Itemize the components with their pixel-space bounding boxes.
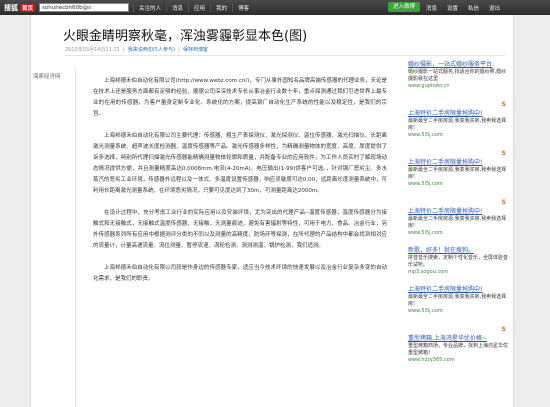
ad-title[interactable]: 新歌，好多！就在搜狗。 — [408, 247, 508, 255]
ad-description: 婚纱摄影一站式服务,找适合你的婚纱照,婚纱摄影就在这里 — [408, 69, 507, 82]
nav-following[interactable]: 关注的人 — [133, 3, 166, 12]
account-address-field[interactable]: sohuhecbh60b@s — [39, 3, 130, 12]
nav-blog[interactable]: 博客 — [232, 3, 254, 12]
top-navigation-bar: 搜狐 首页 sohuhecbh60b@s 关注的人 消息 应用 我的 博客 进入… — [0, 0, 550, 15]
sohu-logo[interactable]: 搜狐 首页 — [4, 3, 36, 13]
ad-title[interactable]: 婚纱摄影，一站式婚纱服务平台 — [408, 61, 508, 69]
ad-title[interactable]: 上海特价二手房限量抢购中! — [408, 208, 508, 216]
enter-weibo-button[interactable]: 进入微博 — [388, 2, 421, 12]
user-nav-logout[interactable]: 退出 — [489, 4, 500, 12]
article-paragraph: 上海邦德禾伯自动化有限公司(http://www.webz.com.cn/)，专… — [93, 78, 387, 117]
article-date: 2013年03月14日11:21 — [65, 47, 120, 53]
user-nav-settings[interactable]: 设置 — [447, 4, 458, 12]
ad-description: 重型烤箱商场，专业品牌，找到上海鸿星华优重型烤箱！ — [408, 343, 509, 356]
ad-item[interactable]: 婚纱摄影，一站式婚纱服务平台 婚纱摄影一站式服务,找适合你的婚纱照,婚纱摄影就在… — [408, 61, 508, 90]
ad-title[interactable]: 上海特价二手房限量抢购中! — [408, 110, 508, 118]
article-meta: 2013年03月14日11:21 | 我来说两句(5人参与) | 保存到博客 — [65, 47, 209, 53]
ad-url[interactable]: www.5i5j.com — [408, 132, 508, 139]
ad-item[interactable]: 上海特价二手房限量抢购中! 最新最全二手房房源,我变我买房,我卖我选择房! ww… — [408, 110, 508, 139]
ad-title[interactable]: 上海特价二手房限量抢购中! — [408, 159, 508, 167]
sogou-icon: S — [501, 101, 506, 108]
ad-url[interactable]: www.guphoto.cn — [408, 83, 508, 90]
ad-url[interactable]: www.hzzy365.com — [408, 357, 508, 364]
save-to-blog-link[interactable]: 保存到博客 — [183, 47, 208, 53]
ad-description: 最新最全二手房房源,我变我买房,我卖我选择房! — [408, 167, 507, 180]
nav-messages[interactable]: 消息 — [166, 3, 188, 12]
nav-mine[interactable]: 我的 — [210, 3, 232, 12]
sogou-icon: S — [501, 326, 506, 333]
ad-description: 最新最全二手房房源,我变我买房,我卖我选择房! — [408, 294, 507, 307]
article-title: 火眼金睛明察秋毫，浑浊雾霾彰显本色(图) — [63, 29, 308, 44]
main-nav: 关注的人 消息 应用 我的 博客 — [133, 3, 254, 12]
article-page: 火眼金睛明察秋毫，浑浊雾霾彰显本色(图) 2013年03月14日11:21 | … — [30, 15, 514, 407]
ad-item[interactable]: 新歌，好多！就在搜狗。 拼音音乐搜索，定制个性化音乐，全屏体验音乐试听。 mp3… — [408, 247, 508, 276]
home-badge[interactable]: 首页 — [20, 3, 36, 12]
sogou-icon: S — [501, 199, 506, 206]
user-nav-messages[interactable]: 消息 — [426, 4, 437, 12]
article-paragraph: 在设计过程中，充分考虑工业行业的实际应用以及安装环境，尤为突出的代理产品--温度… — [93, 210, 387, 249]
ad-description: 拼音音乐搜索，定制个性化音乐，全屏体验音乐试听。 — [408, 255, 509, 268]
logo-text: 搜狐 — [4, 3, 18, 12]
ad-item[interactable]: 重型烤箱,上海鸿星华优价格~ 重型烤箱商场，专业品牌，找到上海鸿星华优重型烤箱！… — [408, 335, 508, 364]
ad-title[interactable]: 上海特价二手房限量抢购中! — [408, 286, 508, 294]
ad-item[interactable]: 上海特价二手房限量抢购中! 最新最全二手房房源,我变我买房,我卖我选择房! ww… — [408, 159, 508, 188]
sponsored-links: 婚纱摄影，一站式婚纱服务平台 婚纱摄影一站式服务,找适合你的婚纱照,婚纱摄影就在… — [408, 61, 508, 374]
ad-url[interactable]: www.5i5j.com — [408, 230, 508, 237]
comments-link[interactable]: 我来说两句(5人参与) — [128, 47, 175, 53]
ad-item[interactable]: 上海特价二手房限量抢购中! 最新最全二手房房源,我变我买房,我卖我选择房! ww… — [408, 286, 508, 315]
article-paragraph: 上海邦德禾伯自动化有限公司主要代理：传感器、粗生产表探测仪、激光探测仪、温位传感… — [93, 133, 387, 194]
sogou-icon: S — [501, 150, 506, 157]
ad-description: 最新最全二手房房源,我变我买房,我卖我选择房! — [408, 216, 507, 229]
nav-apps[interactable]: 应用 — [188, 3, 210, 12]
article-paragraph: 上海邦德禾伯自动化有限公司就是作身边的传感器专家，适应当今技术环境的快速发展以及… — [93, 265, 387, 282]
title-divider — [65, 55, 505, 56]
ad-description: 最新最全二手房房源,我变我买房,我卖我选择房! — [408, 118, 507, 131]
ad-title[interactable]: 重型烤箱,上海鸿星华优价格~ — [408, 335, 508, 343]
source-label: 海索经济网 — [33, 74, 61, 80]
ad-item[interactable]: 上海特价二手房限量抢购中! 最新最全二手房房源,我变我买房,我卖我选择房! ww… — [408, 208, 508, 237]
ad-url[interactable]: www.5i5j.com — [408, 181, 508, 188]
user-nav-private-messages[interactable]: 私信 — [468, 4, 479, 12]
article-body: 上海邦德禾伯自动化有限公司(http://www.webz.com.cn/)，专… — [93, 76, 387, 296]
column-divider — [75, 67, 76, 407]
ad-url[interactable]: www.5i5j.com — [408, 308, 508, 315]
user-nav: 消息 设置 私信 退出 — [426, 0, 510, 15]
ad-url[interactable]: mp3.sogou.com — [408, 269, 508, 276]
